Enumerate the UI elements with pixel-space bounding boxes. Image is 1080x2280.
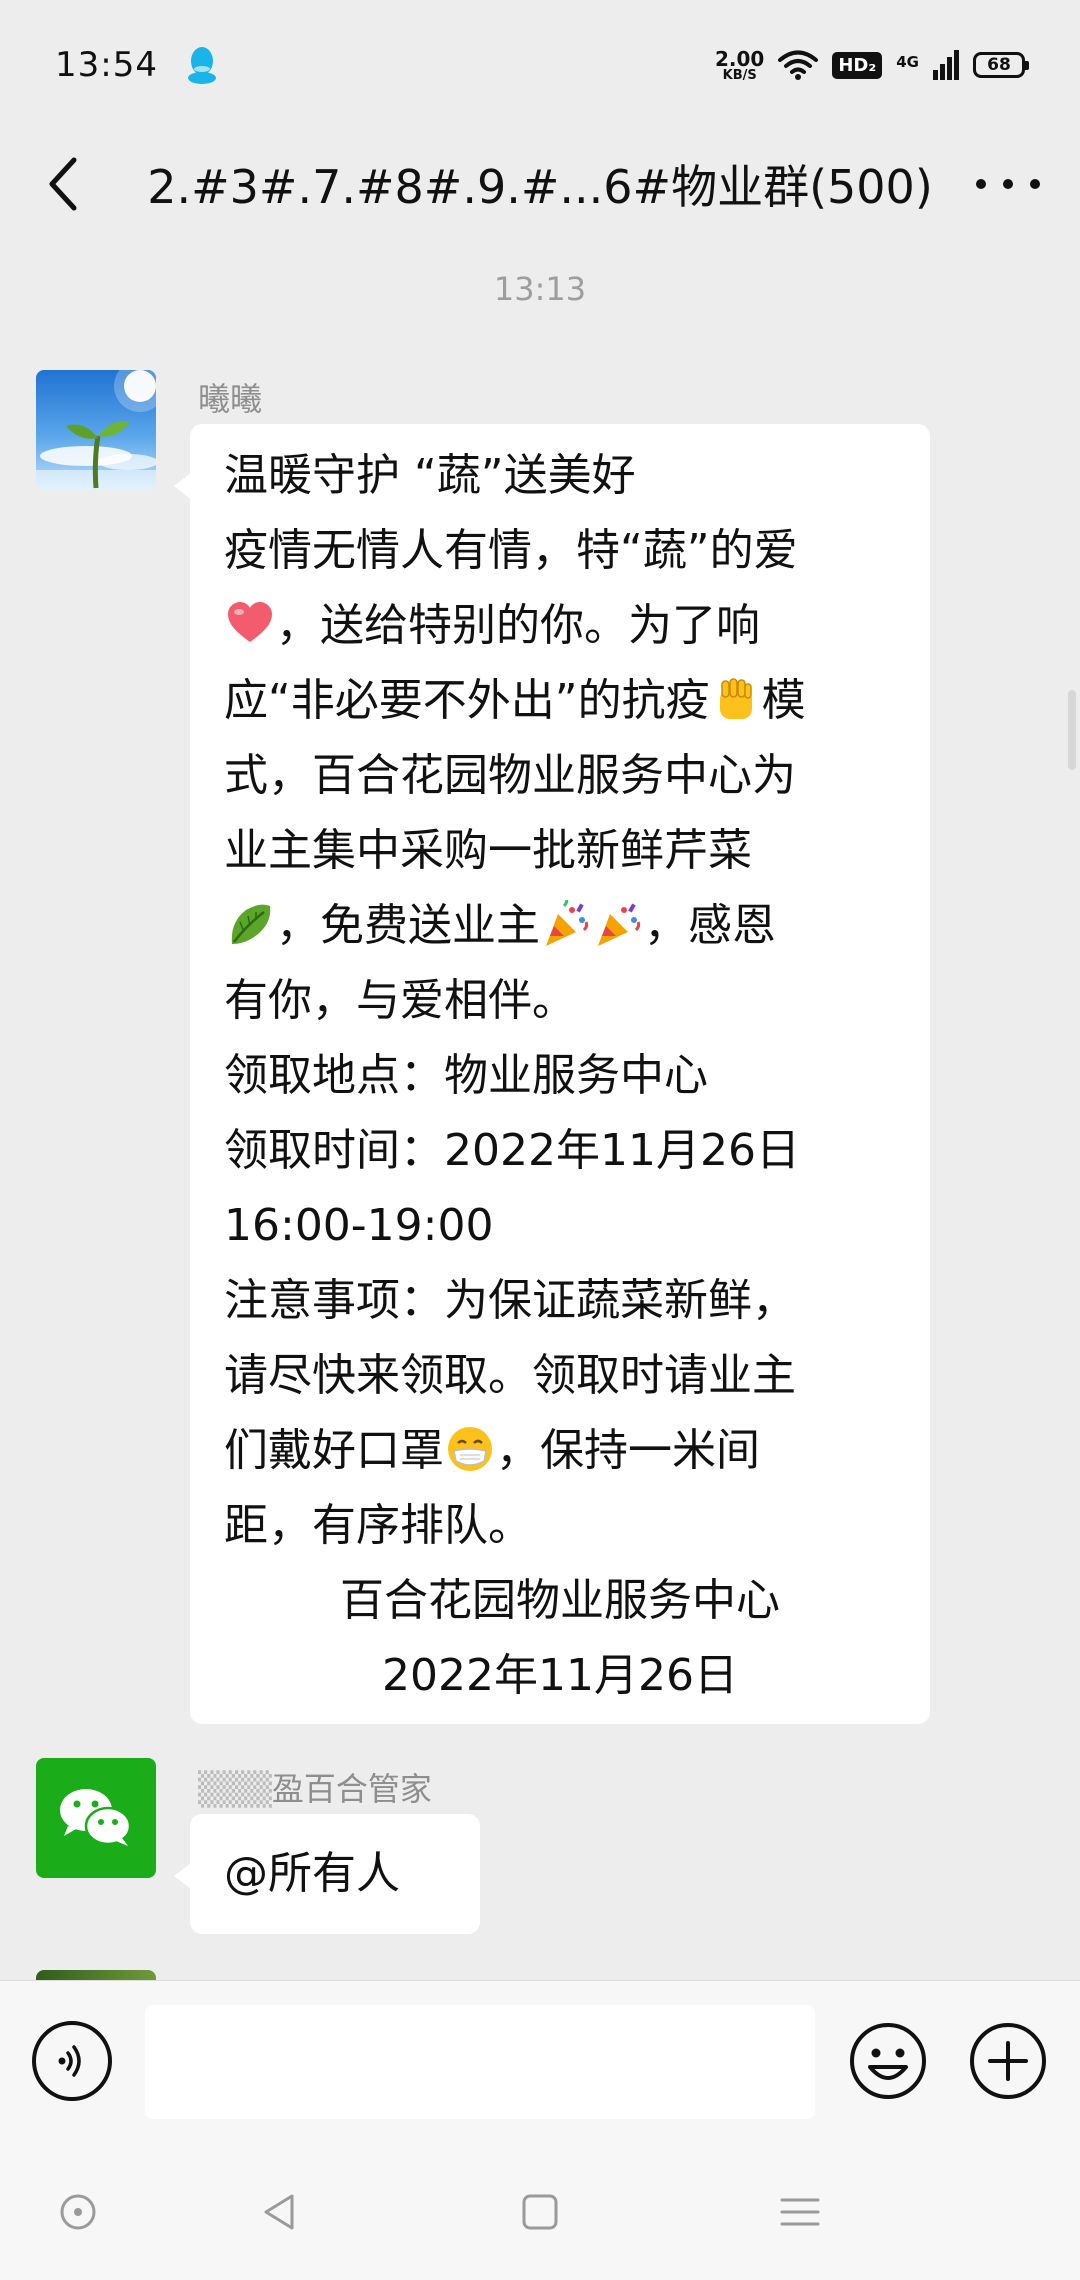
signal-icon (933, 50, 959, 80)
battery-indicator: 68 (973, 52, 1029, 78)
message-text: 们戴好口罩 (224, 1425, 444, 1476)
message-line: 16:00-19:00 (224, 1200, 494, 1251)
message-line: 注意事项：为保证蔬菜新鲜， (224, 1275, 796, 1326)
avatar[interactable] (36, 370, 156, 490)
message-timestamp: 13:13 (493, 270, 587, 308)
wifi-icon (778, 50, 819, 80)
scrollbar[interactable] (1068, 690, 1076, 770)
sender-name-text: 盈百合管家 (271, 1770, 432, 1808)
message-input[interactable] (145, 2005, 815, 2119)
qq-penguin-icon (187, 47, 216, 84)
message-text: 模 (761, 675, 806, 726)
sender-name: ▒▒▒盈百合管家 (198, 1764, 432, 1810)
message-line: 有你，与爱相伴。 (224, 975, 576, 1026)
sprout-avatar-image (36, 370, 156, 490)
message-text: 应“非必要不外出”的抗疫 (224, 675, 710, 726)
face-with-mask-icon (448, 1427, 492, 1471)
emoji-button[interactable] (848, 2021, 928, 2101)
chevron-left-icon (49, 157, 77, 211)
message-text: ，免费送业主 (276, 900, 540, 951)
sender-name-blurred: ▒▒▒ (198, 1770, 272, 1808)
leafy-green-icon (231, 904, 271, 944)
sender-name: 曦曦 (198, 380, 263, 418)
message-line: 业主集中采购一批新鲜芹菜 (224, 825, 752, 876)
message-text: ，送给特别的你。为了响 (276, 600, 760, 651)
message-bubble[interactable]: 温暖守护 “蔬”送美好 疫情无情人有情，特“蔬”的爱 ，送给特别的你。为了响 应… (174, 424, 930, 1724)
party-popper-icon (598, 903, 641, 946)
more-dots-icon (1003, 179, 1013, 189)
more-dots-icon (1030, 179, 1040, 189)
message-line: 距，有序排队。 (224, 1500, 532, 1551)
more-actions-button[interactable] (968, 2021, 1048, 2101)
voice-icon (58, 2045, 81, 2077)
message-line: 领取地点：物业服务中心 (224, 1050, 708, 1101)
emoji-icon (850, 2023, 926, 2099)
network-speed-value: 2.00 (715, 46, 765, 71)
chat-header: 2.#3#.7.#8#.9.#...6#物业群(500) (0, 130, 1080, 238)
message-text: ，感恩 (644, 900, 776, 951)
chat-title: 2.#3#.7.#8#.9.#...6#物业群(500) (147, 160, 933, 214)
message-text: ，保持一米间 (496, 1425, 760, 1476)
back-button[interactable] (38, 150, 88, 218)
status-time: 13:54 (55, 45, 158, 85)
message-line-with-emoji: ，免费送业主 ，感恩 (224, 888, 896, 963)
message-line: 请尽快来领取。领取时请业主 (224, 1350, 796, 1401)
raised-fist-icon (719, 678, 752, 719)
network-speed-unit: KB/S (722, 67, 757, 83)
avatar[interactable] (36, 1758, 156, 1878)
message-bubble[interactable]: @所有人 (174, 1814, 480, 1934)
message-line-with-emoji: ，送给特别的你。为了响 (224, 588, 896, 663)
message-input-bar (0, 1980, 1080, 2140)
more-button[interactable] (976, 162, 1040, 206)
status-indicators: 2.00 KB/S HD₂ 4G 68 (715, 49, 1029, 82)
wechat-logo-icon (60, 1789, 132, 1846)
plus-icon (970, 2023, 1046, 2099)
message-signature: 百合花园物业服务中心 (340, 1575, 780, 1626)
back-triangle-icon[interactable] (256, 2188, 304, 2236)
message-line: 领取时间：2022年11月26日 (224, 1125, 800, 1176)
party-popper-icon (546, 900, 589, 946)
hd-voice-badge: HD₂ (832, 51, 883, 79)
message-line: 温暖守护 “蔬”送美好 (224, 450, 636, 501)
message-line: 疫情无情人有情，特“蔬”的爱 (224, 525, 798, 576)
menu-lines-icon[interactable] (776, 2188, 824, 2236)
message-line-with-emoji: 应“非必要不外出”的抗疫 模 (224, 663, 896, 738)
network-speed: 2.00 KB/S (715, 49, 764, 82)
system-nav-bar (0, 2140, 1080, 2280)
home-square-icon[interactable] (516, 2188, 564, 2236)
assistant-circle-icon[interactable] (54, 2188, 102, 2236)
status-bar: 13:54 2.00 KB/S HD₂ 4G 68 (0, 0, 1080, 130)
voice-button[interactable] (32, 2021, 112, 2101)
red-heart-icon (228, 602, 272, 642)
message-date: 2022年11月26日 (382, 1650, 738, 1701)
message-line-with-emoji: 们戴好口罩 ，保持一米间 (224, 1413, 896, 1488)
network-type-label: 4G (896, 52, 919, 71)
more-dots-icon (976, 179, 986, 189)
message-line: 式，百合花园物业服务中心为 (224, 750, 796, 801)
